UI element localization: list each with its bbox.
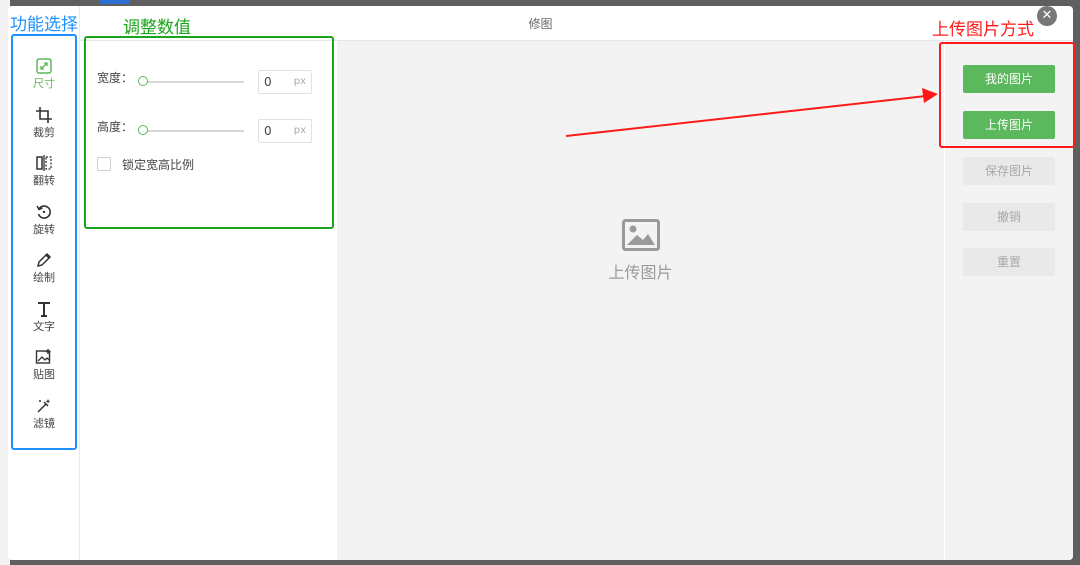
annotation-arrow: [565, 88, 938, 137]
